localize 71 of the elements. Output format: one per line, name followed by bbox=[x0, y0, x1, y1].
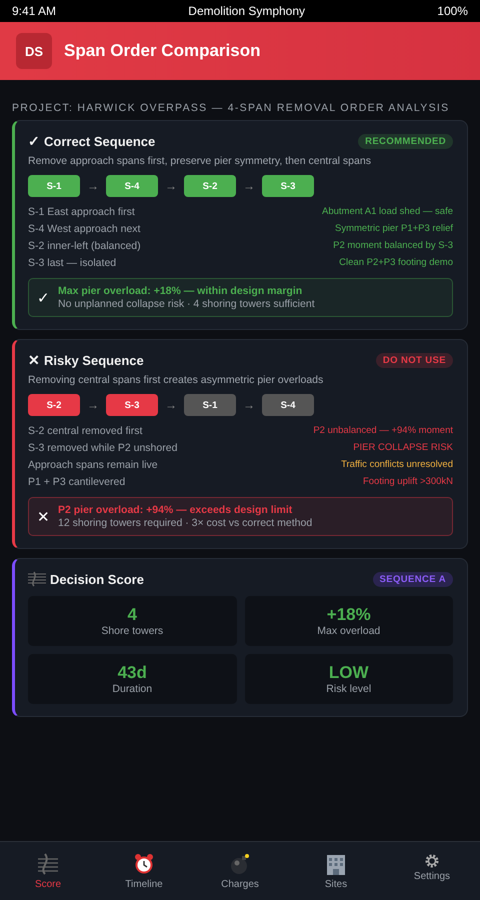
arrow-symbol: → bbox=[87, 398, 99, 412]
nav-tab[interactable]: Sites bbox=[288, 842, 384, 900]
card-title: Risky Sequence bbox=[44, 352, 144, 368]
nav-tab[interactable]: Score bbox=[0, 842, 96, 900]
span-chip: S-2 bbox=[28, 394, 80, 416]
arrow-symbol: → bbox=[243, 179, 255, 193]
summary-symbol: ✓ bbox=[37, 288, 50, 306]
tile-value: LOW bbox=[328, 663, 369, 683]
app-logo: DS bbox=[16, 33, 52, 69]
span-chip: S-2 bbox=[184, 175, 236, 197]
step-label: S-2 central removed first bbox=[28, 424, 142, 438]
summary-detail: 12 shoring towers required · 3× cost vs correct method bbox=[58, 517, 312, 529]
step-note: Clean P2+P3 footing demo bbox=[339, 256, 453, 270]
alarm-clock-icon bbox=[133, 852, 155, 874]
step-note: Abutment A1 load shed — safe bbox=[322, 205, 453, 219]
step-note: Symmetric pier P1+P3 relief bbox=[335, 222, 453, 236]
nav-tab[interactable]: Timeline bbox=[96, 842, 192, 900]
music-score-icon bbox=[28, 571, 46, 587]
span-chip: S-3 bbox=[106, 394, 158, 416]
span-chip: S-3 bbox=[262, 175, 314, 197]
step-label: S-1 East approach first bbox=[28, 205, 135, 219]
tile-value: 43d bbox=[118, 663, 147, 683]
settings-icon bbox=[425, 854, 439, 868]
step-label: Approach spans remain live bbox=[28, 458, 158, 472]
page-title: Span Order Comparison bbox=[64, 41, 260, 61]
arrow-symbol: → bbox=[165, 179, 177, 193]
span-chip: S-1 bbox=[28, 175, 80, 197]
span-chip: S-1 bbox=[184, 394, 236, 416]
tile-label: Max overload bbox=[317, 625, 380, 637]
tile-label: Risk level bbox=[326, 683, 372, 695]
step-label: P1 + P3 cantilevered bbox=[28, 475, 126, 489]
card-title: Correct Sequence bbox=[44, 134, 156, 148]
arrow-symbol: → bbox=[243, 398, 255, 412]
sequence-badge: SEQUENCE A bbox=[372, 572, 453, 586]
project-label: PROJECT: HARWICK OVERPASS — 4-SPAN REMOVAL ORDER ANALYSIS bbox=[12, 102, 450, 114]
mark-symbol: ✕ bbox=[28, 352, 40, 368]
card-description: Remove approach spans first, preserve pier symmetry, then central spans bbox=[28, 155, 372, 167]
step-label: S-3 removed while P2 unshored bbox=[28, 441, 178, 455]
arrow-symbol: → bbox=[87, 179, 99, 193]
step-note: Footing uplift >300kN bbox=[362, 475, 453, 489]
status-badge: RECOMMENDED bbox=[358, 134, 453, 148]
bomb-icon bbox=[229, 852, 251, 874]
tile-value: +18% bbox=[326, 605, 371, 625]
status-title: Demolition Symphony bbox=[188, 4, 306, 18]
tile-value: 4 bbox=[128, 605, 137, 625]
step-note: PIER COLLAPSE RISK bbox=[353, 441, 453, 455]
step-label: S-3 last — isolated bbox=[28, 256, 116, 270]
mark-symbol: ✓ bbox=[28, 133, 40, 149]
arrow-symbol: → bbox=[165, 398, 177, 412]
summary-detail: No unplanned collapse risk · 4 shoring towers sufficient bbox=[58, 298, 315, 310]
summary-symbol: ✕ bbox=[37, 508, 50, 526]
span-chip: S-4 bbox=[262, 394, 314, 416]
status-time: 9:41 AM bbox=[12, 4, 56, 18]
summary-headline: P2 pier overload: +94% — exceeds design limit bbox=[58, 504, 294, 516]
tile-label: Duration bbox=[112, 683, 152, 695]
step-note: P2 moment balanced by S-3 bbox=[333, 239, 453, 253]
nav-tab[interactable]: Charges bbox=[192, 842, 288, 900]
card-title: Decision Score bbox=[50, 572, 144, 586]
step-note: P2 unbalanced — +94% moment bbox=[313, 424, 453, 438]
battery-level: 100% bbox=[437, 4, 468, 18]
music-score-icon bbox=[37, 852, 59, 874]
step-label: S-2 inner-left (balanced) bbox=[28, 239, 141, 253]
tile-label: Shore towers bbox=[101, 625, 164, 637]
status-badge: DO NOT USE bbox=[376, 352, 453, 368]
step-label: S-4 West approach next bbox=[28, 222, 140, 236]
summary-headline: Max pier overload: +18% — within design margin bbox=[58, 285, 304, 297]
nav-tab[interactable]: Settings bbox=[384, 842, 480, 900]
building-icon bbox=[325, 852, 347, 874]
card-description: Removing central spans first creates asymmetric pier overloads bbox=[28, 374, 324, 386]
step-note: Traffic conflicts unresolved bbox=[341, 458, 453, 472]
span-chip: S-4 bbox=[106, 175, 158, 197]
